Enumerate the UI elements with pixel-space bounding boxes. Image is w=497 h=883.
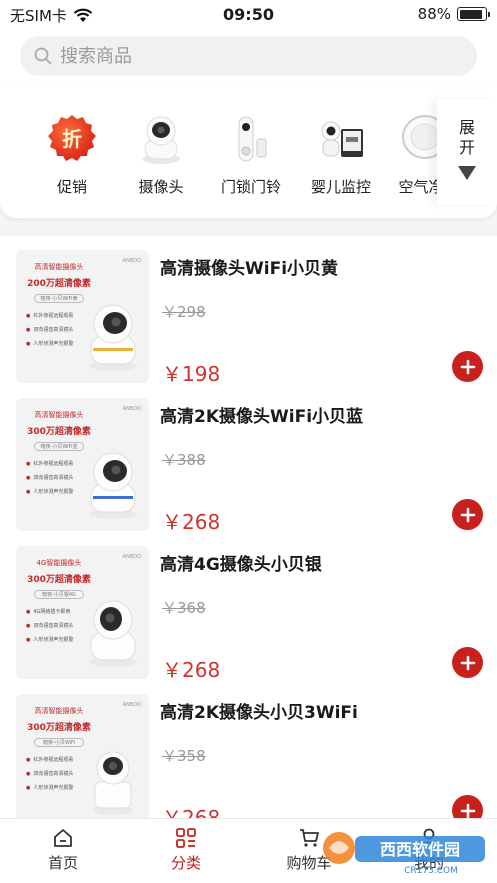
camera-product-image bbox=[89, 600, 137, 667]
camera-product-image bbox=[89, 452, 137, 519]
category-icon bbox=[176, 828, 196, 848]
tab-category[interactable]: 分类 bbox=[141, 827, 231, 873]
chevron-down-icon bbox=[458, 166, 476, 180]
baby-monitor-icon bbox=[314, 112, 368, 166]
brand-logo: ANBOO bbox=[122, 406, 141, 412]
product-name: 高清2K摄像头小贝3WiFi bbox=[160, 703, 358, 723]
doorbell-icon bbox=[224, 112, 278, 166]
thumb-subtitle: 高清智能摄像头 bbox=[34, 411, 84, 419]
thumb-pill: 暗夜-小贝WiFi bbox=[34, 738, 84, 747]
add-to-cart-button[interactable] bbox=[452, 351, 483, 382]
thumb-title: 300万超清像素 bbox=[27, 575, 91, 585]
category-strip: 折 促销 摄像头 门锁门铃 婴儿监控 空气净 展开 bbox=[0, 86, 497, 218]
product-item[interactable]: ANBOO 高清智能摄像头 200万超清像素 暗夜-小贝WiFi黄 红外夜视远程… bbox=[0, 236, 497, 386]
thumb-feature: 人形侦测声光报警 bbox=[26, 636, 73, 643]
product-name: 高清4G摄像头小贝银 bbox=[160, 555, 322, 575]
product-item[interactable]: ANBOO 高清智能摄像头 300万超清像素 暗夜-小贝WiFi 红外夜视远程观… bbox=[0, 680, 497, 818]
brand-logo: ANBOO bbox=[122, 554, 141, 560]
tab-label: 分类 bbox=[170, 854, 201, 872]
thumb-title: 300万超清像素 bbox=[27, 723, 91, 733]
promo-badge-char: 折 bbox=[62, 127, 82, 151]
sale-price: ￥268 bbox=[162, 658, 221, 682]
add-to-cart-button[interactable] bbox=[452, 647, 483, 678]
plus-icon bbox=[460, 803, 475, 818]
camera-product-image bbox=[93, 751, 133, 815]
search-input[interactable] bbox=[60, 45, 440, 67]
watermark-text: 西西软件园 bbox=[380, 840, 460, 859]
thumb-pill: 暗夜-小贝银4G bbox=[34, 590, 84, 599]
sale-price: ￥268 bbox=[162, 510, 221, 534]
search-bar[interactable] bbox=[20, 36, 477, 76]
battery-percent: 88% bbox=[417, 5, 451, 23]
camera-accent-ring bbox=[93, 496, 133, 499]
original-price: ￥298 bbox=[162, 303, 206, 321]
product-thumbnail: ANBOO 高清智能摄像头 200万超清像素 暗夜-小贝WiFi黄 红外夜视远程… bbox=[16, 250, 149, 383]
thumb-feature: 红外夜视远程观看 bbox=[26, 756, 73, 763]
brand-logo: ANBOO bbox=[122, 702, 141, 708]
sale-price: ￥198 bbox=[162, 362, 221, 386]
add-to-cart-button[interactable] bbox=[452, 795, 483, 818]
brand-logo: ANBOO bbox=[122, 258, 141, 264]
thumb-feature: 双向语音高清镜头 bbox=[26, 622, 73, 629]
product-item[interactable]: ANBOO 高清智能摄像头 300万超清像素 暗夜-小贝WiFi蓝 红外夜视远程… bbox=[0, 384, 497, 534]
category-label: 促销 bbox=[56, 178, 87, 196]
thumb-feature: 人形侦测声光报警 bbox=[26, 784, 73, 791]
thumb-title: 300万超清像素 bbox=[27, 427, 91, 437]
home-icon bbox=[54, 829, 72, 847]
category-camera[interactable]: 摄像头 bbox=[121, 112, 201, 197]
status-bar: 无SIM卡 09:50 88% bbox=[0, 0, 497, 30]
battery-level bbox=[459, 9, 482, 19]
thumb-feature: 红外夜视远程观看 bbox=[26, 460, 73, 467]
original-price: ￥368 bbox=[162, 599, 206, 617]
sale-price: ￥268 bbox=[162, 806, 221, 818]
product-name: 高清2K摄像头WiFi小贝蓝 bbox=[160, 407, 364, 427]
plus-icon bbox=[460, 655, 475, 670]
category-doorlock[interactable]: 门锁门铃 bbox=[211, 112, 291, 197]
camera-product-image bbox=[89, 304, 137, 371]
expand-button[interactable]: 展开 bbox=[437, 100, 497, 204]
battery-icon bbox=[457, 7, 490, 21]
category-label: 摄像头 bbox=[138, 178, 184, 196]
original-price: ￥358 bbox=[162, 747, 206, 765]
product-item[interactable]: ANBOO 4G智能摄像头 300万超清像素 暗夜-小贝银4G 4G网络插卡即用… bbox=[0, 532, 497, 682]
category-promo[interactable]: 折 促销 bbox=[32, 112, 112, 197]
thumb-feature: 人形侦测声光报警 bbox=[26, 340, 73, 347]
search-header bbox=[0, 30, 497, 86]
plus-icon bbox=[460, 359, 475, 374]
add-to-cart-button[interactable] bbox=[452, 499, 483, 530]
thumb-feature: 双向语音高清镜头 bbox=[26, 326, 73, 333]
thumb-subtitle: 高清智能摄像头 bbox=[34, 263, 84, 271]
tab-home[interactable]: 首页 bbox=[18, 827, 108, 873]
site-watermark: 西西软件园 CR173.COM bbox=[323, 832, 485, 876]
thumb-feature: 4G网络插卡即用 bbox=[26, 608, 70, 615]
thumb-pill: 暗夜-小贝WiFi蓝 bbox=[34, 442, 84, 451]
category-label: 门锁门铃 bbox=[220, 178, 281, 196]
thumb-pill: 暗夜-小贝WiFi黄 bbox=[34, 294, 84, 303]
category-label: 婴儿监控 bbox=[310, 178, 371, 196]
camera-accent-ring bbox=[93, 348, 133, 351]
original-price: ￥388 bbox=[162, 451, 206, 469]
promo-badge-icon: 折 bbox=[45, 112, 99, 166]
plus-icon bbox=[460, 507, 475, 522]
product-thumbnail: ANBOO 高清智能摄像头 300万超清像素 暗夜-小贝WiFi 红外夜视远程观… bbox=[16, 694, 149, 818]
product-name: 高清摄像头WiFi小贝黄 bbox=[160, 259, 339, 279]
thumb-title: 200万超清像素 bbox=[27, 279, 91, 289]
search-icon bbox=[34, 47, 52, 65]
product-list: ANBOO 高清智能摄像头 200万超清像素 暗夜-小贝WiFi黄 红外夜视远程… bbox=[0, 236, 497, 818]
thumb-feature: 双向语音高清镜头 bbox=[26, 770, 73, 777]
thumb-subtitle: 高清智能摄像头 bbox=[34, 707, 84, 715]
watermark-subtext: CR173.COM bbox=[404, 866, 458, 876]
thumb-subtitle: 4G智能摄像头 bbox=[36, 559, 82, 567]
product-thumbnail: ANBOO 高清智能摄像头 300万超清像素 暗夜-小贝WiFi蓝 红外夜视远程… bbox=[16, 398, 149, 531]
tab-label: 首页 bbox=[47, 854, 78, 872]
thumb-feature: 人形侦测声光报警 bbox=[26, 488, 73, 495]
product-thumbnail: ANBOO 4G智能摄像头 300万超清像素 暗夜-小贝银4G 4G网络插卡即用… bbox=[16, 546, 149, 679]
thumb-feature: 双向语音高清镜头 bbox=[26, 474, 73, 481]
camera-icon bbox=[134, 112, 188, 166]
thumb-feature: 红外夜视远程观看 bbox=[26, 312, 73, 319]
expand-label: 展开 bbox=[459, 118, 476, 157]
category-baby[interactable]: 婴儿监控 bbox=[301, 112, 381, 197]
